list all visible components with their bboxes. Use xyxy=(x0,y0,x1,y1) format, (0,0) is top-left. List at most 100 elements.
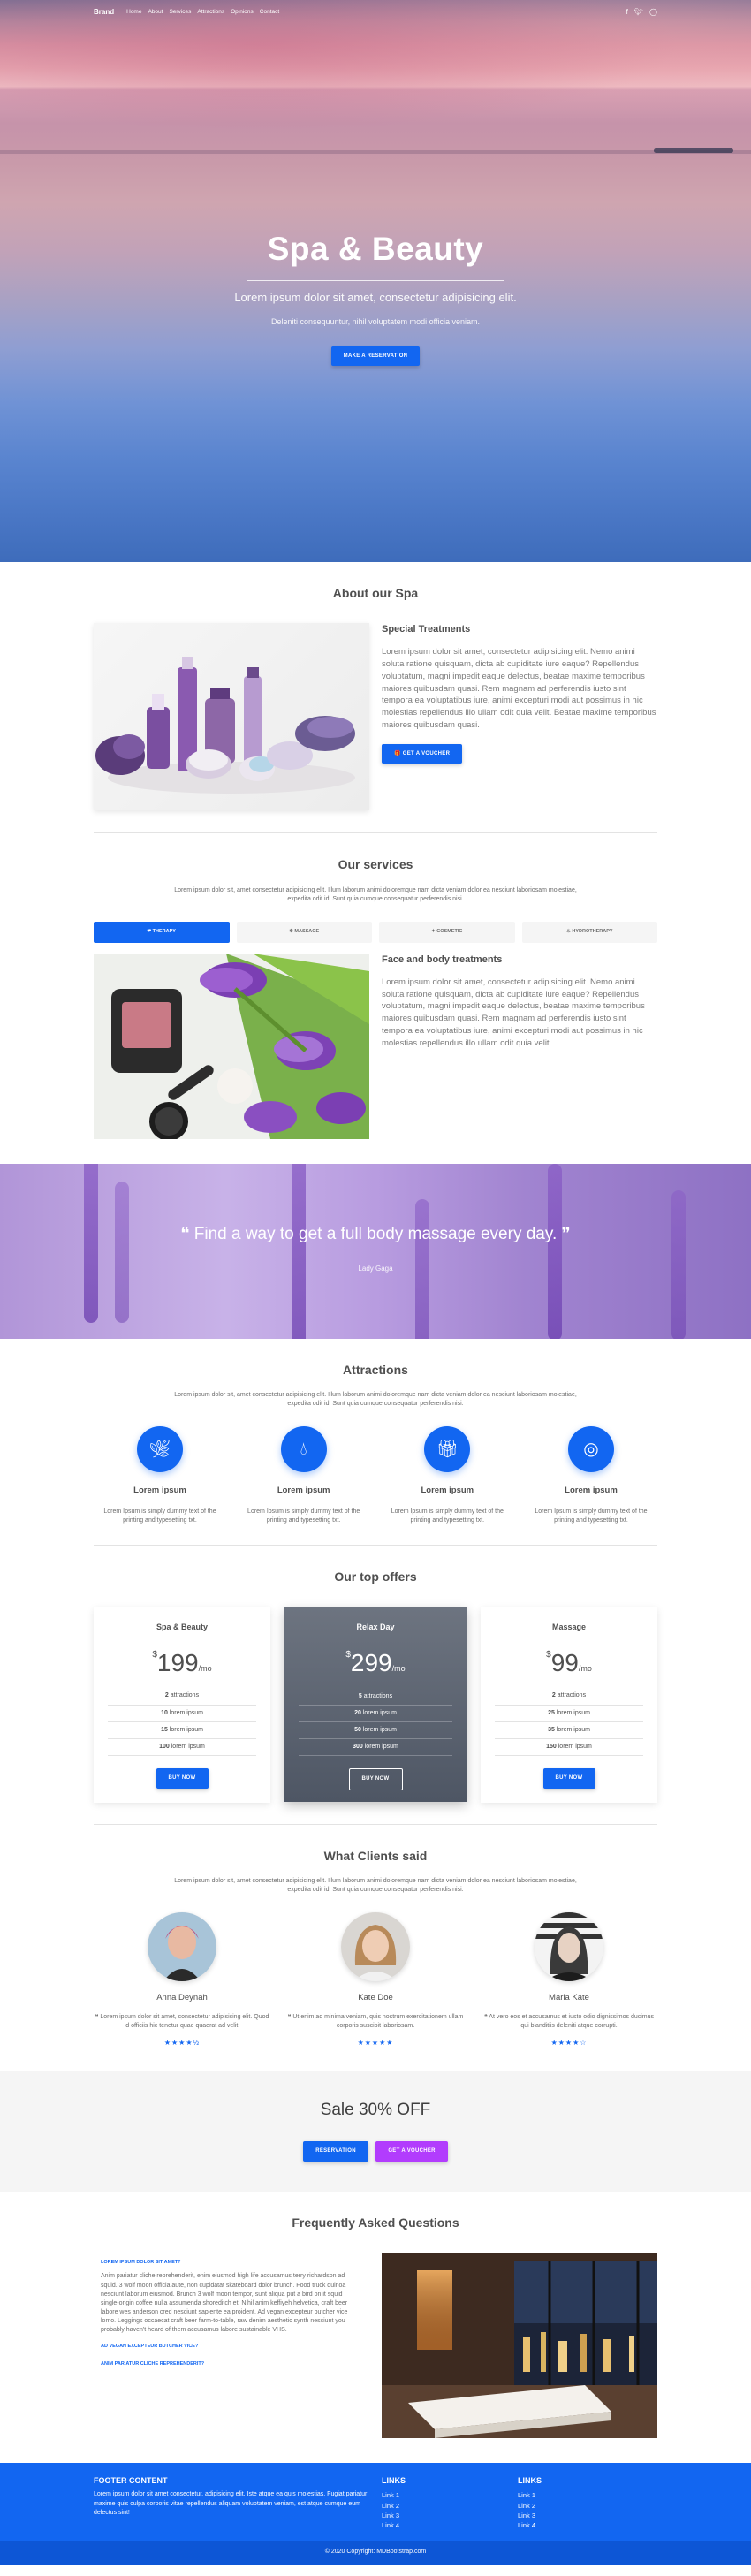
twitter-icon[interactable]: 🐦︎ xyxy=(634,7,643,18)
feature-count: 20 xyxy=(354,1709,361,1716)
feature-label: lorem ipsum xyxy=(169,1726,203,1733)
footer-links-col-2: LINKS Link 1 Link 2 Link 3 Link 4 xyxy=(518,2475,650,2530)
hero-land xyxy=(654,148,733,153)
nav-link-opinions[interactable]: Opinions xyxy=(231,8,254,16)
faq-question-3[interactable]: Anim pariatur cliche reprehenderit? xyxy=(101,2361,362,2368)
plan-features: 5 attractions 20 lorem ipsum 50 lorem ip… xyxy=(299,1689,452,1757)
plan-feature: 5 attractions xyxy=(299,1689,452,1706)
nav-link-home[interactable]: Home xyxy=(126,8,141,16)
feature-count: 15 xyxy=(161,1726,168,1733)
feature-title: Lorem ipsum xyxy=(277,1486,330,1496)
plan-feature: 50 lorem ipsum xyxy=(299,1722,452,1740)
feature-label: lorem ipsum xyxy=(556,1726,590,1733)
nav-social-icons: f 🐦︎ ◯ xyxy=(626,7,657,18)
pricing-card-spa-beauty: Spa & Beauty $199/mo 2 attractions 10 lo… xyxy=(94,1607,270,1803)
make-reservation-button[interactable]: Make a reservation xyxy=(330,346,421,367)
plan-price: $299/mo xyxy=(299,1645,452,1682)
footer-links-col-1: LINKS Link 1 Link 2 Link 3 Link 4 xyxy=(376,2475,518,2530)
quote-icon: ❝ xyxy=(287,2014,292,2020)
faq-question-1[interactable]: Lorem ipsum dolor sit amet? xyxy=(101,2260,362,2267)
client-quote-text: Ut enim ad minima veniam, quis nostrum e… xyxy=(292,2014,464,2030)
avatar xyxy=(148,1912,216,1982)
hero-subtitle: Lorem ipsum dolor sit amet, consectetur … xyxy=(234,290,517,304)
testimonial-card: Anna Deynah ❝ Lorem ipsum dolor sit amet… xyxy=(94,1912,270,2048)
facebook-icon[interactable]: f xyxy=(626,7,628,18)
quote-author: Lady Gaga xyxy=(358,1264,393,1273)
footer-link[interactable]: Link 3 xyxy=(518,2511,650,2520)
buy-now-button[interactable]: Buy now xyxy=(348,1768,403,1791)
nav-link-contact[interactable]: Contact xyxy=(260,8,279,16)
rating-stars: ★★★★☆ xyxy=(550,2039,588,2048)
hero-title: Spa & Beauty xyxy=(267,231,484,267)
feature-item: 🎁︎ Lorem ipsum Lorem Ipsum is simply dum… xyxy=(381,1426,513,1525)
feature-count: 2 xyxy=(164,1692,169,1699)
footer-links-title: LINKS xyxy=(518,2476,542,2486)
footer-links-title: LINKS xyxy=(382,2476,406,2486)
get-voucher-sale-button[interactable]: Get a voucher xyxy=(376,2141,448,2162)
pricing-card-massage: Massage $99/mo 2 attractions 25 lorem ip… xyxy=(481,1607,657,1803)
price-period: /mo xyxy=(391,1664,406,1674)
client-quote-text: Lorem ipsum dolor sit amet, consectetur … xyxy=(100,2014,269,2030)
feature-label: lorem ipsum xyxy=(171,1743,205,1750)
spa-products-image xyxy=(94,623,369,811)
currency-symbol: $ xyxy=(345,1650,351,1660)
client-quote: ❝ Ut enim ad minima veniam, quis nostrum… xyxy=(287,2013,464,2031)
feature-label: lorem ipsum xyxy=(362,1709,397,1716)
instagram-icon[interactable]: ◯ xyxy=(649,7,657,18)
feature-count: 35 xyxy=(548,1726,555,1733)
feature-count: 150 xyxy=(546,1743,557,1750)
footer-link[interactable]: Link 4 xyxy=(518,2520,650,2530)
faq-section: Frequently Asked Questions Lorem ipsum d… xyxy=(94,2192,657,2439)
plan-feature: 15 lorem ipsum xyxy=(108,1722,256,1739)
footer-link[interactable]: Link 1 xyxy=(382,2490,518,2500)
footer-content-text: Lorem ipsum dolor sit amet consectetur, … xyxy=(94,2491,368,2516)
feature-label: lorem ipsum xyxy=(362,1727,397,1734)
attractions-title: Attractions xyxy=(343,1362,408,1377)
lavender-decoration xyxy=(548,1163,562,1339)
feature-label: lorem ipsum xyxy=(169,1709,203,1716)
feature-count: 25 xyxy=(548,1709,555,1716)
services-section: Our services Lorem ipsum dolor sit, amet… xyxy=(94,833,657,1139)
footer-link[interactable]: Link 1 xyxy=(518,2490,650,2500)
footer-link[interactable]: Link 4 xyxy=(382,2520,518,2530)
nav-link-about[interactable]: About xyxy=(148,8,163,16)
get-voucher-button[interactable]: 🎁 Get a voucher xyxy=(382,743,463,764)
client-quote-text: At vero eos et accusamus et iusto odio d… xyxy=(489,2014,655,2030)
footer-content-col: FOOTER CONTENT Lorem ipsum dolor sit ame… xyxy=(94,2475,376,2530)
tab-massage[interactable]: ❄ Massage xyxy=(236,921,372,943)
reservation-button[interactable]: Reservation xyxy=(303,2141,368,2162)
feature-label: attractions xyxy=(557,1692,587,1699)
feature-label: lorem ipsum xyxy=(558,1743,592,1750)
plan-price: $199/mo xyxy=(108,1645,256,1682)
feature-label: attractions xyxy=(363,1692,393,1699)
quote-text: ❝ Find a way to get a full body massage … xyxy=(0,1222,751,1247)
buy-now-button[interactable]: Buy now xyxy=(156,1767,209,1789)
navbar-brand[interactable]: Brand xyxy=(94,7,114,18)
footer-link[interactable]: Link 2 xyxy=(518,2501,650,2511)
plan-feature: 300 lorem ipsum xyxy=(299,1739,452,1757)
feature-label: lorem ipsum xyxy=(364,1744,398,1751)
tulips-cosmetics-image xyxy=(94,953,369,1139)
plan-feature: 2 attractions xyxy=(495,1688,643,1706)
attractions-section: Attractions Lorem ipsum dolor sit, amet … xyxy=(94,1339,657,1546)
about-title: About our Spa xyxy=(332,586,419,600)
hero-content: Spa & Beauty Lorem ipsum dolor sit amet,… xyxy=(0,225,751,367)
testimonial-card: Maria Kate ❝ At vero eos et accusamus et… xyxy=(481,1912,657,2048)
feature-title: Lorem ipsum xyxy=(133,1486,186,1496)
footer-link[interactable]: Link 3 xyxy=(382,2511,518,2520)
faq-question-2[interactable]: Ad vegan excepteur butcher vice? xyxy=(101,2344,362,2351)
footer-link[interactable]: Link 2 xyxy=(382,2501,518,2511)
buy-now-button[interactable]: Buy now xyxy=(542,1767,595,1789)
nav-link-services[interactable]: Services xyxy=(169,8,191,16)
tab-therapy[interactable]: ❤ Therapy xyxy=(94,921,230,943)
about-heading: Special Treatments xyxy=(382,624,471,635)
tab-cosmetic[interactable]: ✦ Cosmetic xyxy=(379,921,515,943)
plan-feature: 25 lorem ipsum xyxy=(495,1706,643,1722)
currency-symbol: $ xyxy=(152,1649,157,1660)
feature-item: 💧︎ Lorem ipsum Lorem Ipsum is simply dum… xyxy=(238,1426,370,1525)
attractions-lead: Lorem ipsum dolor sit, amet consectetur … xyxy=(174,1392,577,1408)
client-quote: ❝ At vero eos et accusamus et iusto odio… xyxy=(481,2013,657,2031)
faq-answer-1: Anim pariatur cliche reprehenderit, enim… xyxy=(101,2273,348,2334)
tab-hydrotherapy[interactable]: ♨ Hydrotherapy xyxy=(521,921,657,943)
nav-link-attractions[interactable]: Attractions xyxy=(197,8,224,16)
